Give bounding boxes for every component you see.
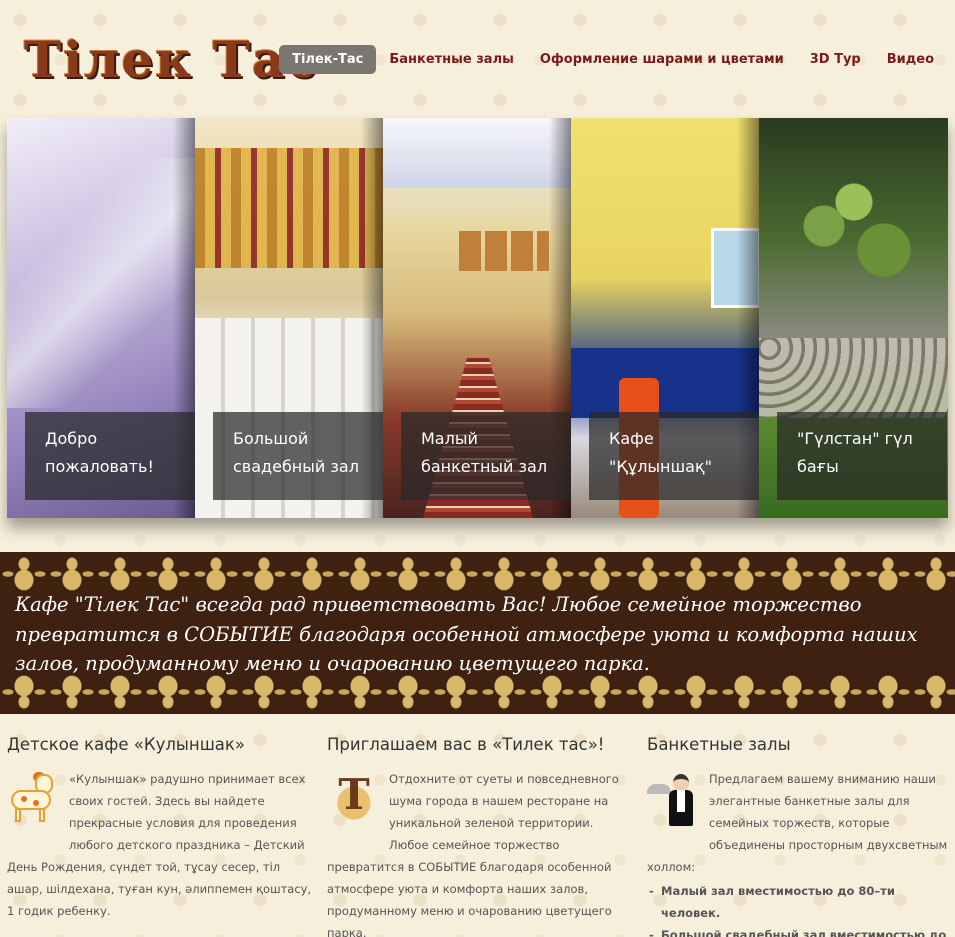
welcome-banner: Кафе "Тілек Тас" всегда рад приветствова… bbox=[0, 552, 955, 714]
ceiling-image bbox=[383, 118, 571, 188]
waiter-icon bbox=[647, 770, 701, 836]
column-banquet-halls: Банкетные залы Предлагаем вашему внимани… bbox=[647, 735, 952, 937]
gallery-caption: Большой свадебный зал bbox=[213, 412, 383, 500]
gallery-panel-small-hall[interactable]: Малый банкетный зал bbox=[383, 118, 571, 518]
column-kids-cafe: Детское кафе «Кулыншак» «Кулыншак» радуш… bbox=[7, 735, 312, 922]
column-title[interactable]: Приглашаем вас в «Тилек тас»! bbox=[327, 735, 632, 754]
gallery-panel-cafe[interactable]: Кафе "Құлыншақ" bbox=[571, 118, 759, 518]
nav-item-banquet-halls[interactable]: Банкетные залы bbox=[376, 45, 527, 74]
list-item: Малый зал вместимостью до 80–ти человек. bbox=[647, 880, 952, 924]
ornament-border-bottom bbox=[0, 674, 955, 712]
gallery-panel-large-hall[interactable]: Большой свадебный зал bbox=[195, 118, 383, 518]
hall-list: Малый зал вместимостью до 80–ти человек.… bbox=[647, 880, 952, 937]
curtain-image bbox=[195, 148, 383, 268]
gallery-caption: "Гүлстан" гүл бағы bbox=[777, 412, 947, 500]
emblem-icon: Т bbox=[327, 770, 381, 836]
plants-image bbox=[779, 178, 929, 298]
tent-image bbox=[7, 158, 195, 408]
nav-item-3d-tour[interactable]: 3D Тур bbox=[797, 45, 874, 74]
wall-pictures-image bbox=[459, 231, 549, 271]
sofa-image bbox=[571, 348, 759, 418]
gallery-caption: Добро пожаловать! bbox=[25, 412, 195, 500]
nav-item-tilek-tas[interactable]: Тілек-Тас bbox=[279, 45, 377, 74]
ornament-border-top bbox=[0, 554, 955, 592]
gallery-panel-garden[interactable]: "Гүлстан" гүл бағы bbox=[759, 118, 948, 518]
column-invitation: Приглашаем вас в «Тилек тас»! Т Отдохнит… bbox=[327, 735, 632, 937]
gallery-panel-welcome[interactable]: Добро пожаловать! bbox=[7, 118, 195, 518]
main-nav: Тілек-Тас Банкетные залы Оформление шара… bbox=[279, 45, 947, 74]
site-logo[interactable]: Тілек Тас bbox=[24, 30, 319, 89]
gallery-caption: Малый банкетный зал bbox=[401, 412, 571, 500]
nav-item-video[interactable]: Видео bbox=[874, 45, 947, 74]
gallery-caption: Кафе "Құлыншақ" bbox=[589, 412, 759, 500]
stones-image bbox=[759, 338, 948, 418]
nav-item-decoration[interactable]: Оформление шарами и цветами bbox=[527, 45, 797, 74]
header: Тілек Тас Тілек-Тас Банкетные залы Оформ… bbox=[0, 0, 955, 118]
banner-text: Кафе "Тілек Тас" всегда рад приветствова… bbox=[15, 593, 918, 675]
photo-gallery: Добро пожаловать! Большой свадебный зал … bbox=[7, 118, 948, 518]
horse-icon bbox=[7, 770, 61, 836]
list-item: Большой свадебный зал вместимостью до 28… bbox=[647, 924, 952, 937]
column-title[interactable]: Банкетные залы bbox=[647, 735, 952, 754]
column-title[interactable]: Детское кафе «Кулыншак» bbox=[7, 735, 312, 754]
